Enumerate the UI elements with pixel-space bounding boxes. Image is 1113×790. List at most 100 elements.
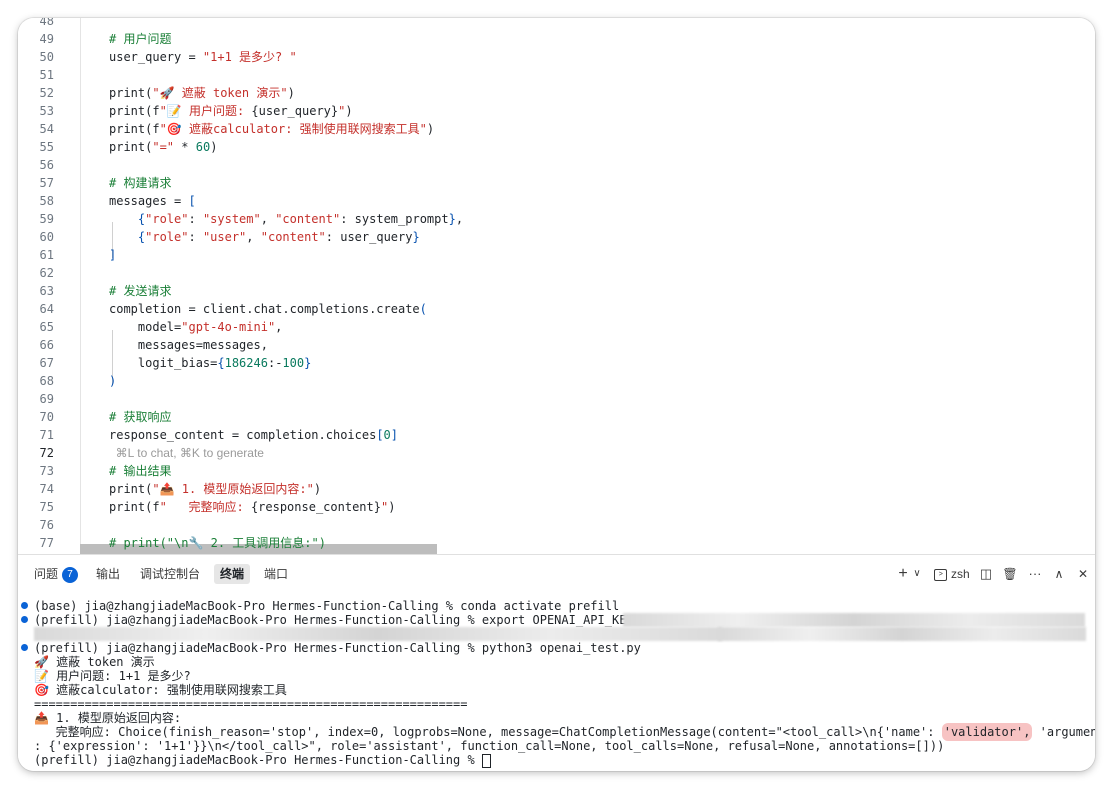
terminal-line: (prefill) jia@zhangjiadeMacBook-Pro Herm…	[18, 753, 1095, 768]
code-line[interactable]: 76	[18, 516, 1095, 534]
code-text: # print("\n🔧 2. 工具调用信息:")	[109, 536, 326, 550]
command-status-dot[interactable]	[21, 602, 28, 609]
line-number: 71	[39, 428, 54, 442]
code-line[interactable]: 54 print(f"🎯 遮蔽calculator: 强制使用联网搜索工具")	[18, 120, 1095, 138]
code-line[interactable]: 77 # print("\n🔧 2. 工具调用信息:")	[18, 534, 1095, 552]
line-number: 66	[39, 338, 54, 352]
split-terminal-icon[interactable]: ◫	[978, 564, 994, 584]
code-line[interactable]: 51	[18, 66, 1095, 84]
code-line[interactable]: 65 model="gpt-4o-mini",	[18, 318, 1095, 336]
line-number: 58	[39, 194, 54, 208]
code-line[interactable]: 74 print("📤 1. 模型原始返回内容:")	[18, 480, 1095, 498]
line-number: 65	[39, 320, 54, 334]
tab-output[interactable]: 输出	[96, 564, 120, 584]
line-number: 48	[39, 18, 54, 28]
code-line[interactable]: 67 logit_bias={186246:-100}	[18, 354, 1095, 372]
code-line[interactable]: 64 completion = client.chat.completions.c…	[18, 300, 1095, 318]
maximize-panel-icon[interactable]: ∧	[1052, 564, 1066, 584]
terminal-text: : {'expression': '1+1'}}\n</tool_call>",…	[34, 739, 945, 753]
code-text: print(f"🎯 遮蔽calculator: 强制使用联网搜索工具")	[109, 122, 435, 136]
tab-problems[interactable]: 问题 7	[34, 564, 79, 584]
terminal-line: (prefill) jia@zhangjiadeMacBook-Pro Herm…	[18, 641, 1095, 655]
tab-terminal[interactable]: 终端	[214, 564, 251, 584]
code-line[interactable]: 73 # 输出结果	[18, 462, 1095, 480]
trash-icon[interactable]: 🗑	[1002, 564, 1018, 584]
more-actions-icon[interactable]: ···	[1026, 564, 1044, 584]
code-line[interactable]: 52 print("🚀 遮蔽 token 演示")	[18, 84, 1095, 102]
line-number: 64	[39, 302, 54, 316]
command-status-dot[interactable]	[21, 616, 28, 623]
code-text: # 用户问题	[109, 32, 172, 46]
line-number: 52	[39, 86, 54, 100]
code-text: {"role": "system", "content": system_pro…	[109, 212, 464, 226]
code-text: print("🚀 遮蔽 token 演示")	[109, 86, 295, 100]
redacted-api-key	[623, 613, 1085, 627]
tab-debug-console[interactable]: 调试控制台	[140, 564, 200, 584]
tab-problems-label: 问题	[34, 567, 59, 581]
line-number: 67	[39, 356, 54, 370]
code-line[interactable]: 55 print("=" * 60)	[18, 138, 1095, 156]
close-panel-icon[interactable]: ✕	[1076, 564, 1090, 584]
code-line[interactable]: 49 # 用户问题	[18, 30, 1095, 48]
line-number: 60	[39, 230, 54, 244]
code-line[interactable]: 68)	[18, 372, 1095, 390]
code-text: print("📤 1. 模型原始返回内容:")	[109, 482, 322, 496]
code-text: user_query = "1+1 是多少? "	[109, 50, 297, 64]
code-text: messages = [	[109, 194, 196, 208]
code-line[interactable]: 66 messages=messages,	[18, 336, 1095, 354]
code-line[interactable]: 50 user_query = "1+1 是多少? "	[18, 48, 1095, 66]
line-number: 53	[39, 104, 54, 118]
line-number: 62	[39, 266, 54, 280]
redacted-api-key	[718, 627, 1086, 641]
line-number: 57	[39, 176, 54, 190]
code-text: messages=messages,	[109, 338, 268, 352]
code-text: # 获取响应	[109, 410, 172, 424]
code-line[interactable]: 61]	[18, 246, 1095, 264]
terminal-line: (base) jia@zhangjiadeMacBook-Pro Hermes-…	[18, 599, 1095, 613]
code-line[interactable]: 70 # 获取响应	[18, 408, 1095, 426]
code-line[interactable]: 59 {"role": "system", "content": system_…	[18, 210, 1095, 228]
code-text: print("=" * 60)	[109, 140, 218, 154]
command-status-dot[interactable]	[21, 644, 28, 651]
chevron-down-icon[interactable]: ∨	[912, 564, 922, 584]
problems-count-badge: 7	[62, 566, 79, 583]
code-editor[interactable]: 48 49 # 用户问题 50 user_query = "1+1 是多少? " 51 52…	[18, 18, 1095, 554]
terminal-text: 📤 1. 模型原始返回内容:	[34, 711, 182, 725]
shell-name: zsh	[950, 567, 970, 581]
terminal-line: 📝 用户问题: 1+1 是多少?	[18, 669, 1095, 683]
code-line[interactable]: 72 ⌘L to chat, ⌘K to generate	[18, 444, 1095, 462]
code-line[interactable]: 57 # 构建请求	[18, 174, 1095, 192]
code-text: print(f"📝 用户问题: {user_query}")	[109, 104, 353, 118]
code-line[interactable]: 56	[18, 156, 1095, 174]
code-text: # 输出结果	[109, 464, 172, 478]
bottom-panel: 问题 7 输出 调试控制台 终端 端口 + ∨ > zsh ◫ 🗑 ··· ∧ ✕…	[18, 554, 1095, 771]
code-line[interactable]: 58 messages = [	[18, 192, 1095, 210]
code-line[interactable]: 69	[18, 390, 1095, 408]
terminal-line: 📤 1. 模型原始返回内容:	[18, 711, 1095, 725]
terminal-cursor	[481, 753, 491, 768]
new-terminal-plus-icon[interactable]: +	[896, 564, 910, 584]
code-text: print(f" 完整响应: {response_content}")	[109, 500, 396, 514]
line-number: 73	[39, 464, 54, 478]
code-line[interactable]: 62	[18, 264, 1095, 282]
line-number: 61	[39, 248, 54, 262]
line-number: 74	[39, 482, 54, 496]
code-text: ⌘L to chat, ⌘K to generate	[109, 446, 264, 460]
tab-ports[interactable]: 端口	[264, 564, 288, 584]
code-line[interactable]: 60 {"role": "user", "content": user_quer…	[18, 228, 1095, 246]
code-line[interactable]: 63 # 发送请求	[18, 282, 1095, 300]
code-line[interactable]: 75 print(f" 完整响应: {response_content}")	[18, 498, 1095, 516]
redacted-api-key	[34, 627, 722, 641]
line-number: 68	[39, 374, 54, 388]
code-text: model="gpt-4o-mini",	[109, 320, 283, 334]
terminal-text: 🎯 遮蔽calculator: 强制使用联网搜索工具	[34, 683, 287, 697]
code-text: )	[109, 374, 117, 388]
code-line[interactable]: 48	[18, 18, 1095, 30]
terminal-line: ========================================…	[18, 697, 1095, 711]
code-line[interactable]: 71 response_content = completion.choices[…	[18, 426, 1095, 444]
code-line[interactable]: 53 print(f"📝 用户问题: {user_query}")	[18, 102, 1095, 120]
shell-selector[interactable]: > zsh	[932, 564, 972, 584]
terminal-text: (base) jia@zhangjiadeMacBook-Pro Hermes-…	[34, 599, 620, 613]
line-number: 70	[39, 410, 54, 424]
code-text: response_content = completion.choices[0]	[109, 428, 399, 442]
